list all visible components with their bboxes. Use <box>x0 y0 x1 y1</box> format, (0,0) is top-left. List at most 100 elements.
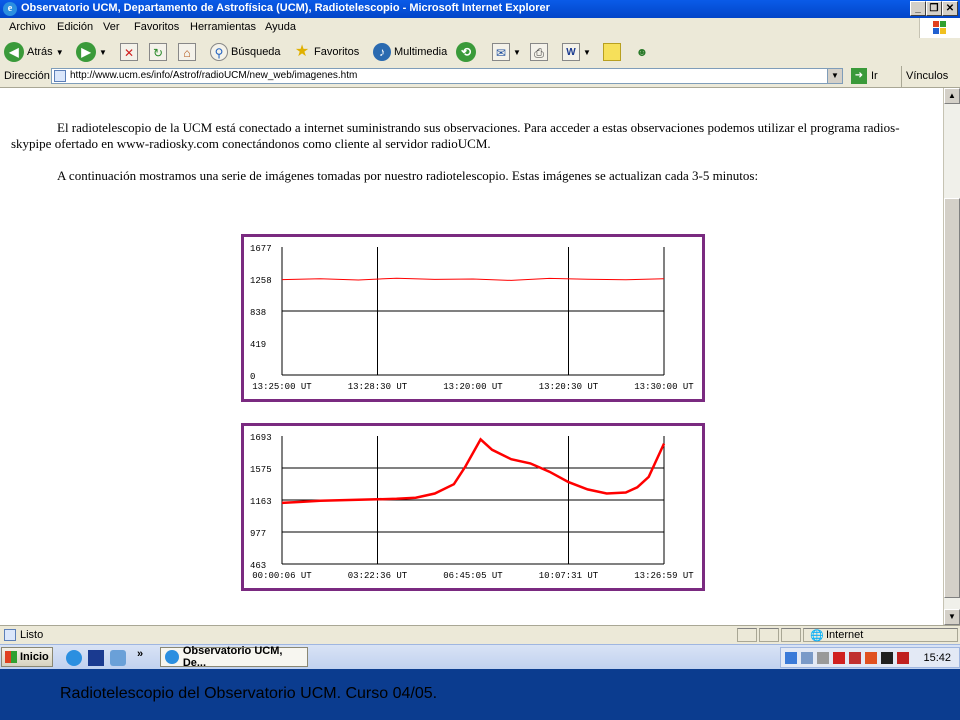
start-button[interactable]: Inicio <box>1 647 53 667</box>
address-url[interactable]: http://www.ucm.es/info/Astrof/radioUCM/n… <box>70 70 357 81</box>
scroll-up-icon[interactable]: ▲ <box>944 88 960 104</box>
vertical-scrollbar[interactable]: ▲ ▼ <box>943 88 960 625</box>
quicklaunch-ie-icon[interactable] <box>66 650 82 666</box>
restore-button[interactable]: ❐ <box>926 1 942 16</box>
status-cell-1 <box>737 628 757 642</box>
tray-settings-icon[interactable] <box>817 652 829 664</box>
tray-antivirus-icon[interactable] <box>833 652 845 664</box>
back-dropdown-icon[interactable]: ▼ <box>56 48 64 57</box>
go-arrow-icon: ➜ <box>851 68 867 84</box>
x-tick-label: 13:28:30 UT <box>348 382 408 392</box>
x-tick-label: 13:20:00 UT <box>443 382 503 392</box>
page-icon <box>54 70 66 82</box>
radio-chart-1: 1677 1258 838 419 0 13:25:00 UT 13:28:30 UT 13:… <box>241 234 705 402</box>
search-icon: ⚲ <box>210 43 228 61</box>
scroll-thumb[interactable] <box>944 198 960 598</box>
close-button[interactable]: ✕ <box>942 1 958 16</box>
quicklaunch-more-icon[interactable]: » <box>137 648 143 660</box>
forward-dropdown-icon[interactable]: ▼ <box>99 48 107 57</box>
refresh-button[interactable]: ↻ <box>149 41 167 63</box>
data-series-line <box>281 277 665 281</box>
note-icon <box>603 43 621 61</box>
menu-edicion[interactable]: Edición <box>57 21 93 33</box>
x-tick-label: 03:22:36 UT <box>348 571 408 581</box>
system-tray: 15:42 <box>780 647 960 668</box>
discuss-button[interactable] <box>603 41 621 63</box>
edit-button[interactable]: W ▼ <box>562 41 591 63</box>
home-icon: ⌂ <box>178 43 196 61</box>
media-icon: ♪ <box>373 43 391 61</box>
go-button[interactable]: ➜ Ir <box>851 68 878 84</box>
tray-update-icon[interactable] <box>865 652 877 664</box>
stop-button[interactable]: ✕ <box>120 41 138 63</box>
toolbar: ◀ Atrás ▼ ▶ ▼ ✕ ↻ ⌂ ⚲ Búsqueda ★ Favorit… <box>0 38 960 67</box>
menu-ayuda[interactable]: Ayuda <box>265 21 296 33</box>
star-icon: ★ <box>294 43 310 60</box>
search-button[interactable]: ⚲ Búsqueda <box>210 41 281 63</box>
quicklaunch-messenger-icon[interactable] <box>110 650 126 666</box>
quicklaunch-word-icon[interactable] <box>88 650 104 666</box>
forward-arrow-icon: ▶ <box>76 42 96 62</box>
favorites-label: Favoritos <box>314 46 360 58</box>
window-title: Observatorio UCM, Departamento de Astrof… <box>21 2 550 14</box>
taskbar: Inicio » Observatorio UCM, De... 15:42 <box>0 644 960 670</box>
caption-text: Radiotelescopio del Observatorio UCM. Cu… <box>60 685 438 702</box>
address-bar: Dirección http://www.ucm.es/info/Astrof/… <box>0 66 960 88</box>
mail-dropdown-icon[interactable]: ▼ <box>513 48 521 57</box>
address-dropdown-icon[interactable]: ▼ <box>827 69 842 83</box>
intro-paragraph: El radiotelescopio de la UCM está conect… <box>11 120 900 151</box>
menu-archivo[interactable]: Archivo <box>9 21 46 33</box>
taskbar-ie-icon <box>165 650 179 664</box>
y-tick-label: 1258 <box>250 276 272 286</box>
address-input[interactable]: http://www.ucm.es/info/Astrof/radioUCM/n… <box>51 68 843 84</box>
tray-network-icon[interactable] <box>785 652 797 664</box>
messenger-button[interactable]: ☻ <box>633 41 651 63</box>
radio-chart-2: 1693 1575 1163 977 463 00:00:06 UT 03:22:36 UT… <box>241 423 705 591</box>
scroll-down-icon[interactable]: ▼ <box>944 609 960 625</box>
refresh-icon: ↻ <box>149 43 167 61</box>
y-tick-label: 1163 <box>250 497 272 507</box>
media-button[interactable]: ♪ Multimedia <box>373 41 447 63</box>
status-cell-2 <box>759 628 779 642</box>
globe-icon: 🌐 <box>810 630 824 642</box>
x-tick-label: 06:45:05 UT <box>443 571 503 581</box>
links-button[interactable]: Vínculos <box>901 66 960 87</box>
menu-bar: Archivo Edición Ver Favoritos Herramient… <box>0 18 960 39</box>
tray-audio-icon[interactable] <box>881 652 893 664</box>
mail-button[interactable]: ✉ ▼ <box>492 41 521 63</box>
taskbar-item-ie[interactable]: Observatorio UCM, De... <box>160 645 308 669</box>
links-label: Vínculos <box>906 70 949 82</box>
menu-favoritos[interactable]: Favoritos <box>134 21 179 33</box>
tray-messenger-icon[interactable] <box>849 652 861 664</box>
edit-dropdown-icon[interactable]: ▼ <box>583 48 591 57</box>
page-content: El radiotelescopio de la UCM está conect… <box>0 88 943 625</box>
zone-label: Internet <box>826 629 864 641</box>
history-icon: ⟲ <box>456 42 476 62</box>
minimize-button[interactable]: _ <box>910 1 926 16</box>
windows-logo-icon <box>919 18 960 38</box>
stop-icon: ✕ <box>120 43 138 61</box>
windows-flag-icon <box>5 651 17 663</box>
window-title-bar[interactable]: e Observatorio UCM, Departamento de Astr… <box>0 0 960 18</box>
tray-app-icon[interactable] <box>801 652 813 664</box>
menu-herramientas[interactable]: Herramientas <box>190 21 256 33</box>
menu-ver[interactable]: Ver <box>103 21 120 33</box>
home-button[interactable]: ⌂ <box>178 41 196 63</box>
x-tick-label: 13:30:00 UT <box>634 382 694 392</box>
y-tick-label: 0 <box>250 372 255 382</box>
y-tick-label: 1693 <box>250 433 272 443</box>
mail-icon: ✉ <box>492 43 510 61</box>
tray-pdf-icon[interactable] <box>897 652 909 664</box>
x-tick-label: 13:26:59 UT <box>634 571 694 581</box>
print-button[interactable]: ⎙ <box>530 41 548 63</box>
history-button[interactable]: ⟲ <box>456 41 476 63</box>
x-tick-label: 13:20:30 UT <box>539 382 599 392</box>
favorites-button[interactable]: ★ Favoritos <box>293 41 359 63</box>
search-label: Búsqueda <box>231 46 281 58</box>
forward-button[interactable]: ▶ ▼ <box>76 41 107 63</box>
taskbar-clock: 15:42 <box>923 652 951 664</box>
internet-explorer-icon: e <box>3 2 17 16</box>
y-tick-label: 838 <box>250 308 266 318</box>
data-series-line <box>281 437 666 505</box>
back-button[interactable]: ◀ Atrás ▼ <box>4 41 64 63</box>
